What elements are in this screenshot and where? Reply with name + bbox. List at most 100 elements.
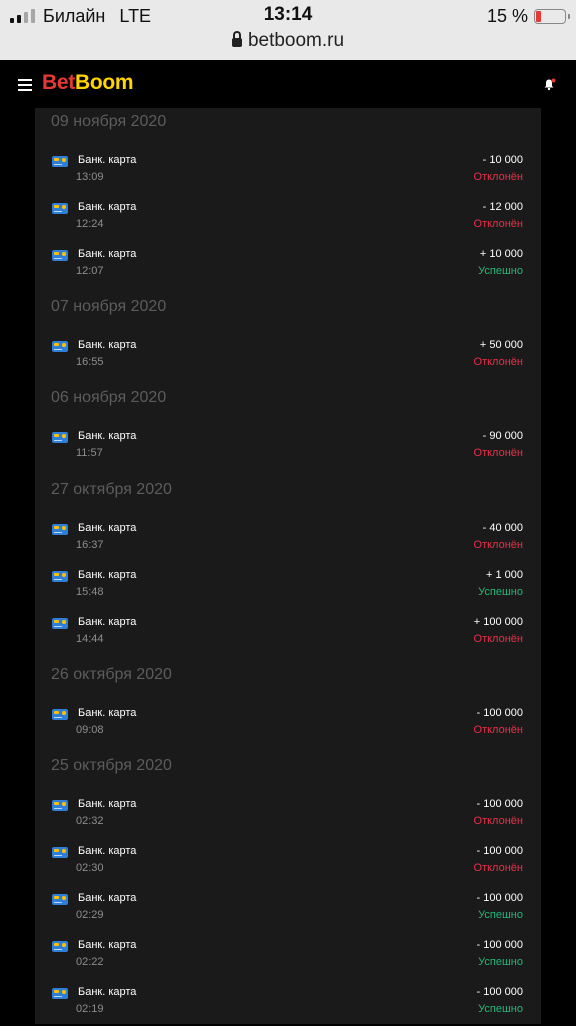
payment-method: Банк. карта (78, 430, 137, 442)
transaction-row[interactable]: Банк. карта 16:37 - 40 000 Отклонён (35, 522, 541, 562)
transaction-status: Отклонён (473, 815, 523, 827)
transaction-time: 16:37 (76, 539, 104, 551)
bank-card-icon (52, 988, 68, 999)
transaction-row[interactable]: Банк. карта 02:29 - 100 000 Успешно (35, 892, 541, 932)
transaction-row[interactable]: Банк. карта 13:09 - 10 000 Отклонён (35, 154, 541, 194)
transaction-time: 02:30 (76, 862, 104, 874)
battery-percent: 15 % (486, 5, 528, 26)
bank-card-icon (52, 709, 68, 720)
transaction-time: 13:09 (76, 171, 104, 183)
transaction-row[interactable]: Банк. карта 15:48 + 1 000 Успешно (35, 569, 541, 609)
payment-method: Банк. карта (78, 616, 137, 628)
transaction-row[interactable]: Банк. карта 11:57 - 90 000 Отклонён (35, 430, 541, 470)
transaction-amount: - 100 000 (476, 798, 523, 810)
bank-card-icon (52, 800, 68, 811)
transaction-amount: - 100 000 (476, 986, 523, 998)
menu-icon[interactable] (18, 79, 32, 94)
status-bar: Билайн LTE 13:14 15 % betboom.ru (0, 0, 576, 60)
transaction-time: 09:08 (76, 724, 104, 736)
bell-icon[interactable] (543, 78, 556, 91)
transaction-time: 02:19 (76, 1003, 104, 1015)
bank-card-icon (52, 341, 68, 352)
transaction-row[interactable]: Банк. карта 02:32 - 100 000 Отклонён (35, 798, 541, 838)
payment-method: Банк. карта (78, 522, 137, 534)
transaction-status: Успешно (478, 586, 523, 598)
transaction-row[interactable]: Банк. карта 14:44 + 100 000 Отклонён (35, 616, 541, 656)
transaction-amount: + 10 000 (479, 248, 523, 260)
bank-card-icon (52, 941, 68, 952)
transaction-history: 09 ноября 2020 Банк. карта 13:09 - 10 000 От… (35, 108, 541, 1024)
transaction-row[interactable]: Банк. карта 16:55 + 50 000 Отклонён (35, 339, 541, 379)
transaction-amount: - 100 000 (476, 707, 523, 719)
transaction-amount: + 100 000 (473, 616, 523, 628)
transaction-row[interactable]: Банк. карта 12:07 + 10 000 Успешно (35, 248, 541, 288)
transaction-time: 12:07 (76, 265, 104, 277)
transaction-amount: - 90 000 (482, 430, 523, 442)
bank-card-icon (52, 203, 68, 214)
transaction-time: 02:32 (76, 815, 104, 827)
payment-method: Банк. карта (78, 707, 137, 719)
date-header: 26 октября 2020 (51, 666, 172, 683)
transaction-time: 16:55 (76, 356, 104, 368)
payment-method: Банк. карта (78, 892, 137, 904)
payment-method: Банк. карта (78, 798, 137, 810)
bank-card-icon (52, 156, 68, 167)
transaction-time: 15:48 (76, 586, 104, 598)
transaction-status: Отклонён (473, 539, 523, 551)
transaction-amount: + 1 000 (485, 569, 523, 581)
payment-method: Банк. карта (78, 154, 137, 166)
payment-method: Банк. карта (78, 339, 137, 351)
transaction-time: 02:29 (76, 909, 104, 921)
lock-icon (231, 31, 242, 47)
bank-card-icon (52, 250, 68, 261)
status-right: 15 % (486, 4, 570, 28)
bank-card-icon (52, 524, 68, 535)
bank-card-icon (52, 432, 68, 443)
transaction-time: 02:22 (76, 956, 104, 968)
bank-card-icon (52, 571, 68, 582)
transaction-row[interactable]: Банк. карта 09:08 - 100 000 Отклонён (35, 707, 541, 747)
transaction-status: Отклонён (473, 171, 523, 183)
transaction-amount: - 40 000 (482, 522, 523, 534)
app-header: BetBoom (0, 60, 576, 110)
bank-card-icon (52, 894, 68, 905)
date-header: 25 октября 2020 (51, 757, 172, 774)
transaction-amount: - 10 000 (482, 154, 523, 166)
transaction-status: Успешно (478, 956, 523, 968)
transaction-amount: - 100 000 (476, 845, 523, 857)
transaction-status: Успешно (478, 909, 523, 921)
logo[interactable]: BetBoom (42, 71, 134, 95)
transaction-status: Отклонён (473, 862, 523, 874)
transaction-amount: - 12 000 (482, 201, 523, 213)
payment-method: Банк. карта (78, 569, 137, 581)
date-header: 07 ноября 2020 (51, 298, 167, 315)
battery-icon (534, 8, 570, 24)
payment-method: Банк. карта (78, 986, 137, 998)
date-header: 06 ноября 2020 (51, 389, 167, 406)
transaction-status: Успешно (478, 265, 523, 277)
transaction-time: 12:24 (76, 218, 104, 230)
date-header: 09 ноября 2020 (51, 113, 167, 130)
url-bar[interactable]: betboom.ru (0, 30, 576, 52)
transaction-status: Отклонён (473, 356, 523, 368)
transaction-amount: + 50 000 (479, 339, 523, 351)
transaction-status: Отклонён (473, 218, 523, 230)
bank-card-icon (52, 847, 68, 858)
transaction-status: Успешно (478, 1003, 523, 1015)
transaction-row[interactable]: Банк. карта 02:30 - 100 000 Отклонён (35, 845, 541, 885)
transaction-status: Отклонён (473, 724, 523, 736)
payment-method: Банк. карта (78, 248, 137, 260)
transaction-time: 14:44 (76, 633, 104, 645)
transaction-amount: - 100 000 (476, 892, 523, 904)
transaction-time: 11:57 (76, 447, 103, 459)
transaction-row[interactable]: Банк. карта 02:22 - 100 000 Успешно (35, 939, 541, 979)
url-text: betboom.ru (247, 30, 345, 51)
transaction-row[interactable]: Банк. карта 12:24 - 12 000 Отклонён (35, 201, 541, 241)
payment-method: Банк. карта (78, 845, 137, 857)
transaction-status: Отклонён (473, 633, 523, 645)
payment-method: Банк. карта (78, 939, 137, 951)
transaction-amount: - 100 000 (476, 939, 523, 951)
transaction-row[interactable]: Банк. карта 02:19 - 100 000 Успешно (35, 986, 541, 1026)
bank-card-icon (52, 618, 68, 629)
date-header: 27 октября 2020 (51, 481, 172, 498)
